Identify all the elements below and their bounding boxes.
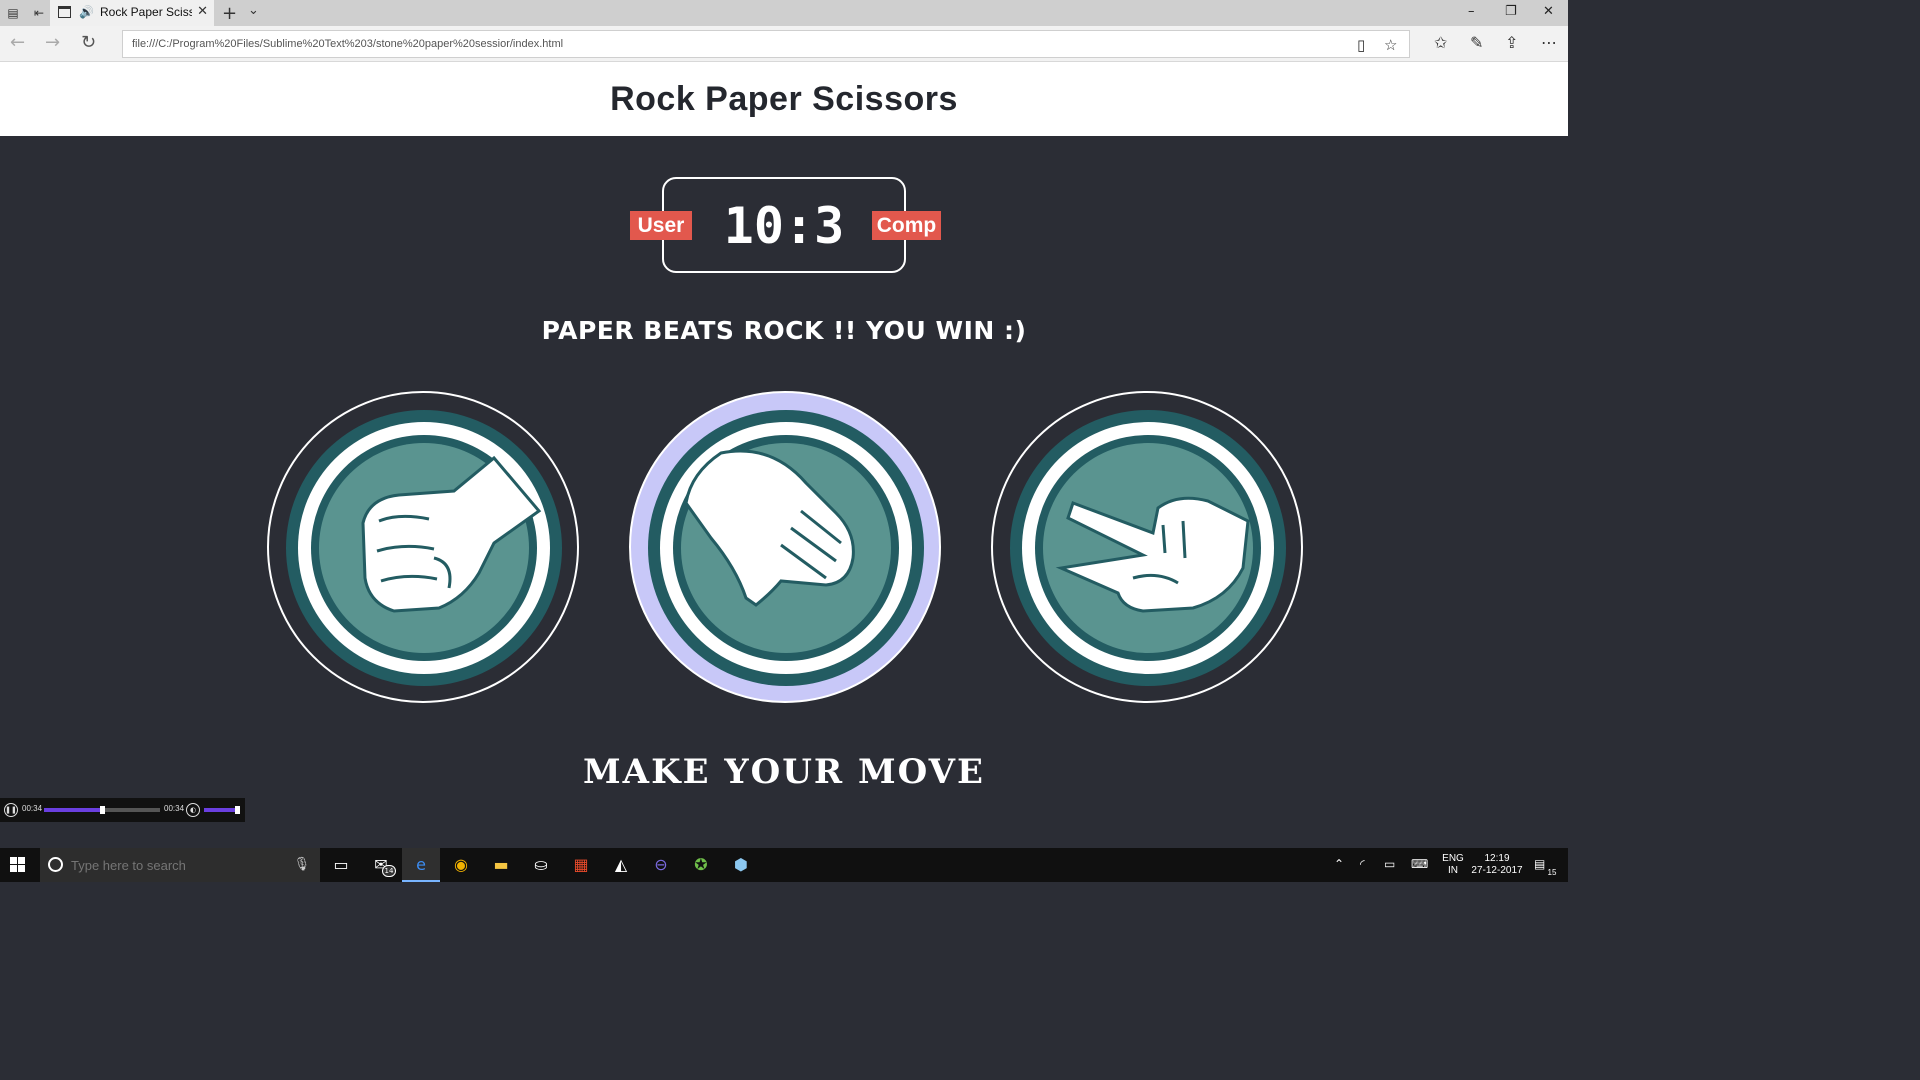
volume-bar[interactable] [204, 806, 240, 814]
result-message: PAPER BEATS ROCK !! YOU WIN :) [541, 316, 1027, 345]
volume-icon[interactable]: ◐ [186, 803, 200, 817]
microphone-icon[interactable]: 🎙 [293, 857, 310, 872]
seek-knob[interactable] [100, 806, 105, 814]
notification-icon[interactable]: ▤ [1534, 857, 1545, 871]
tab-title: Rock Paper Scissors [100, 5, 192, 19]
clock-time: 12:19 [1484, 853, 1510, 864]
mail-badge: 14 [382, 865, 396, 877]
android-studio-icon[interactable]: ✪ [682, 848, 720, 882]
address-bar[interactable]: ▯ ☆ [122, 30, 1410, 58]
battery-icon[interactable]: ▭ [1384, 857, 1395, 871]
share-icon[interactable]: ⇪ [1505, 33, 1518, 52]
chrome-app-icon[interactable]: ◉ [442, 848, 480, 882]
tab-manager-icon[interactable]: ▤ [5, 5, 21, 21]
tab-active[interactable]: 🔊 Rock Paper Scissors ✕ [50, 0, 214, 26]
office-app-icon[interactable]: ▦ [562, 848, 600, 882]
page-header: Rock Paper Scissors [0, 62, 1568, 136]
edge-app-icon[interactable]: e [402, 848, 440, 882]
scissors-icon [1010, 410, 1286, 686]
unity-app-icon[interactable]: ◭ [602, 848, 640, 882]
total-time: 00:34 [164, 804, 185, 813]
reading-view-icon[interactable]: ▯ [1357, 36, 1365, 54]
store-app-icon[interactable]: ⛀ [522, 848, 560, 882]
paper-button[interactable] [629, 391, 941, 703]
taskbar-search-input[interactable] [71, 857, 291, 873]
star-icon[interactable]: ☆ [1384, 36, 1397, 54]
pen-icon[interactable]: ✎ [1470, 33, 1483, 52]
page-title: Rock Paper Scissors [610, 80, 958, 118]
score: 10:3 [723, 197, 845, 255]
back-icon[interactable]: ← [10, 34, 25, 52]
browser-nav-bar: ← → ↻ ▯ ☆ ✩ ✎ ⇪ ⋯ [0, 26, 1568, 62]
minimize-icon[interactable]: – [1468, 4, 1475, 19]
language-line1: ENG [1442, 853, 1464, 864]
more-icon[interactable]: ⋯ [1541, 33, 1557, 52]
close-tab-icon[interactable]: ✕ [197, 4, 208, 19]
chevron-up-icon[interactable]: ⌃ [1334, 857, 1344, 871]
seek-bar-fill [44, 808, 102, 812]
make-move-heading: MAKE YOUR MOVE [583, 752, 985, 792]
favorites-icon[interactable]: ✩ [1434, 33, 1447, 52]
set-aside-tabs-icon[interactable]: ⇤ [31, 5, 47, 21]
volume-bar-fill [204, 808, 236, 812]
paper-icon [648, 410, 924, 686]
wifi-icon[interactable]: ◜ [1360, 857, 1365, 871]
media-player-bar: ❚❚ 00:34 00:34 ◐ [0, 798, 245, 822]
address-input[interactable] [132, 36, 1332, 52]
notification-count: 15 [1547, 868, 1557, 877]
volume-knob[interactable] [235, 806, 240, 814]
virtualbox-icon[interactable]: ⬢ [722, 848, 760, 882]
scissors-button[interactable] [991, 391, 1303, 703]
chevron-down-icon[interactable]: ⌄ [248, 3, 259, 18]
keyboard-icon[interactable]: ⌨ [1411, 857, 1428, 871]
restore-icon[interactable]: ❐ [1505, 4, 1517, 19]
taskbar-search[interactable]: 🎙 [40, 848, 320, 882]
browser-tab-bar: ▤ ⇤ 🔊 Rock Paper Scissors ✕ + ⌄ – ❐ ✕ [0, 0, 1568, 26]
file-explorer-icon[interactable]: ▬ [482, 848, 520, 882]
window-close-icon[interactable]: ✕ [1543, 4, 1554, 19]
pause-icon[interactable]: ❚❚ [4, 803, 18, 817]
windows-start-icon[interactable] [10, 857, 26, 873]
language-indicator[interactable]: ENG IN [1440, 853, 1466, 877]
new-tab-icon[interactable]: + [222, 3, 237, 24]
forward-icon[interactable]: → [45, 34, 60, 52]
seek-bar[interactable] [44, 806, 160, 814]
refresh-icon[interactable]: ↻ [81, 34, 96, 52]
rock-button[interactable] [267, 391, 579, 703]
eclipse-app-icon[interactable]: ⊖ [642, 848, 680, 882]
elapsed-time: 00:34 [22, 804, 43, 813]
clock-date: 27-12-2017 [1471, 865, 1523, 876]
cortana-icon [48, 857, 63, 872]
taskbar: 🎙 ▭ ✉14 e ◉ ▬ ⛀ ▦ ◭ ⊖ ✪ ⬢ ⌃ ◜ ▭ ⌨ ENG IN… [0, 848, 1568, 882]
page-icon [58, 6, 71, 18]
task-view-icon[interactable]: ▭ [322, 848, 360, 882]
mail-app-icon[interactable]: ✉ 14 [362, 848, 400, 882]
clock[interactable]: 12:19 27-12-2017 [1470, 853, 1524, 877]
speaker-icon[interactable]: 🔊 [79, 5, 94, 19]
rock-icon [286, 410, 562, 686]
language-line2: IN [1448, 865, 1458, 876]
